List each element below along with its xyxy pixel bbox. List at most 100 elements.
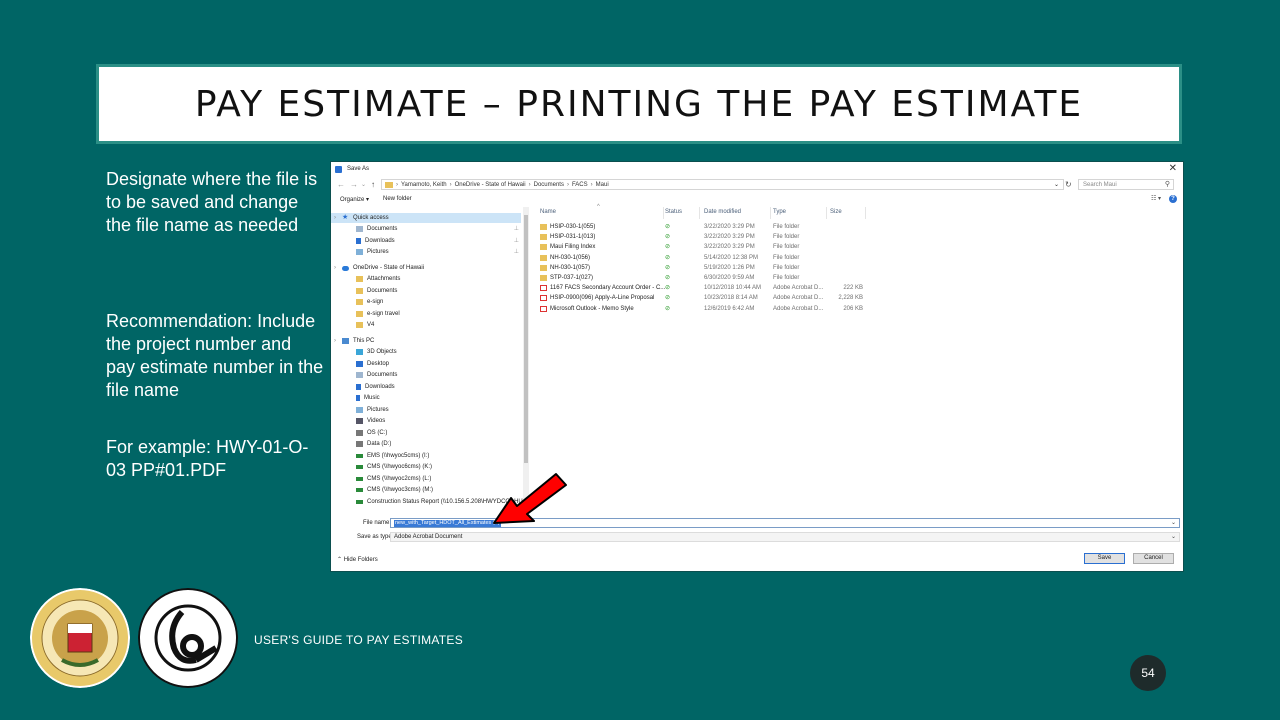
nav-item[interactable]: Desktop (356, 359, 389, 369)
file-type: File folder (773, 264, 800, 271)
nav-scrollbar-thumb[interactable] (524, 215, 528, 463)
nav-item[interactable]: Pictures (356, 405, 389, 415)
column-divider[interactable] (663, 207, 664, 219)
breadcrumb-item[interactable]: Maui (596, 182, 609, 188)
expand-chevron-icon[interactable]: › (334, 265, 336, 271)
cancel-button[interactable]: Cancel (1133, 553, 1174, 564)
file-row[interactable]: Maui Filing Index ⊘ 3/22/2020 3:29 PM File … (531, 243, 1181, 253)
nav-item[interactable]: Documents (356, 286, 397, 296)
file-type: Adobe Acrobat D... (773, 295, 824, 302)
organize-button[interactable]: Organize ▾ (340, 196, 369, 203)
up-arrow-icon[interactable]: ↑ (371, 180, 375, 189)
column-header-type[interactable]: Type (773, 209, 786, 215)
nav-item[interactable]: V4 (356, 320, 374, 330)
refresh-icon[interactable]: ↻ (1065, 180, 1072, 189)
folder-icon (356, 276, 363, 282)
view-options-icon[interactable]: ☷ ▾ (1151, 195, 1161, 202)
forward-arrow-icon[interactable]: → (350, 180, 358, 189)
file-name: Microsoft Outlook - Memo Style (550, 305, 634, 312)
file-row[interactable]: NH-030-1(057) ⊘ 5/19/2020 1:26 PM File fold… (531, 264, 1181, 274)
new-folder-button[interactable]: New folder (383, 196, 412, 202)
recent-locations-icon[interactable]: ⌄ (361, 181, 366, 188)
nav-item[interactable]: OS (C:) (356, 428, 387, 438)
column-divider[interactable] (865, 207, 866, 219)
column-header-date[interactable]: Date modified (704, 209, 741, 215)
nav-scrollbar[interactable] (523, 207, 529, 511)
file-row[interactable]: STP-037-1(027) ⊘ 6/30/2020 9:59 AM File fol… (531, 274, 1181, 284)
nav-item[interactable]: Data (D:) (356, 439, 391, 449)
save-button[interactable]: Save (1084, 553, 1125, 564)
nav-item[interactable]: EMS (\\hwyoc5cms) (I:) (356, 451, 429, 461)
nav-item[interactable]: e-sign (356, 297, 383, 307)
help-icon[interactable]: ? (1169, 195, 1177, 203)
column-divider[interactable] (770, 207, 771, 219)
hide-folders-toggle[interactable]: ⌃ Hide Folders (337, 556, 378, 563)
nav-item[interactable]: › This PC (334, 336, 375, 346)
breadcrumb-item[interactable]: FACS (572, 182, 588, 188)
file-row[interactable]: 1167 FACS Secondary Account Order - C...… (531, 284, 1181, 294)
file-date: 5/14/2020 12:38 PM (704, 254, 759, 261)
dialog-toolbar: Organize ▾ New folder ☷ ▾ ? (331, 194, 1183, 206)
nav-item-label: Documents (367, 288, 398, 294)
chevron-down-icon[interactable]: ⌄ (1054, 181, 1059, 188)
folder-icon (356, 322, 363, 328)
file-row[interactable]: NH-030-1(056) ⊘ 5/14/2020 12:38 PM File fol… (531, 254, 1181, 264)
nav-item[interactable]: 3D Objects (356, 347, 397, 357)
address-bar[interactable]: › Yamamoto, Keith › OneDrive - State of … (381, 179, 1064, 190)
save-type-select[interactable]: Adobe Acrobat Document ⌄ (390, 532, 1180, 542)
cloud-icon (342, 265, 349, 271)
nav-item[interactable]: Documents (356, 370, 397, 380)
pin-icon[interactable]: ⊥ (514, 225, 519, 232)
breadcrumb-item[interactable]: Documents (534, 182, 564, 188)
file-name: HSIP-031-1(013) (550, 234, 596, 241)
expand-chevron-icon[interactable]: › (334, 215, 336, 221)
file-row[interactable]: HSIP-031-1(013) ⊘ 3/22/2020 3:29 PM File fo… (531, 233, 1181, 243)
file-name-value[interactable]: new_with_Target_HDOT_All_Estimates (5) (394, 520, 501, 527)
3d-objects-icon (356, 349, 363, 355)
column-divider[interactable] (826, 207, 827, 219)
column-divider[interactable] (699, 207, 700, 219)
dialog-titlebar: Save As ✕ (331, 162, 1183, 176)
nav-item[interactable]: CMS (\\hwyoc3cms) (M:) (356, 485, 433, 495)
nav-item[interactable]: CMS (\\hwyoc6cms) (K:) (356, 462, 432, 472)
network-drive-icon (356, 500, 363, 504)
folder-icon (385, 181, 393, 188)
file-row[interactable]: HSIP-030-1(055) ⊘ 3/22/2020 3:29 PM File fo… (531, 223, 1181, 233)
breadcrumb-separator-icon: › (449, 181, 452, 188)
nav-item[interactable]: Music (356, 393, 380, 403)
pin-icon[interactable]: ⊥ (514, 237, 519, 244)
nav-item[interactable]: e-sign travel (356, 309, 400, 319)
nav-item[interactable]: › OneDrive - State of Hawaii (334, 263, 424, 273)
search-input[interactable]: Search Maui ⚲ (1078, 179, 1174, 190)
nav-item[interactable]: Pictures (356, 247, 389, 257)
expand-chevron-icon[interactable]: › (334, 338, 336, 344)
nav-item[interactable]: Videos (356, 416, 385, 426)
nav-item[interactable]: Attachments (356, 274, 400, 284)
nav-item-label: Data (D:) (367, 441, 392, 447)
status-synced-icon: ⊘ (665, 295, 671, 302)
pdf-icon (540, 285, 547, 292)
breadcrumb-item[interactable]: OneDrive - State of Hawaii (455, 182, 526, 188)
close-icon[interactable]: ✕ (1169, 163, 1177, 174)
sort-arrow-icon: ^ (597, 204, 600, 210)
back-arrow-icon[interactable]: ← (337, 180, 345, 189)
column-header-size[interactable]: Size (830, 209, 842, 215)
column-header-name[interactable]: Name (540, 209, 556, 215)
nav-item[interactable]: Downloads (356, 236, 395, 246)
red-arrow-icon (493, 473, 567, 524)
nav-item[interactable]: › ★ Quick access (331, 213, 521, 223)
nav-item-label: This PC (353, 338, 375, 344)
chevron-down-icon[interactable]: ⌄ (1171, 533, 1176, 540)
pin-icon[interactable]: ⊥ (514, 248, 519, 255)
nav-item[interactable]: Documents (356, 224, 397, 234)
chevron-down-icon[interactable]: ⌄ (1171, 519, 1176, 526)
status-synced-icon: ⊘ (665, 224, 671, 230)
column-header-status[interactable]: Status (665, 209, 682, 215)
file-type: Adobe Acrobat D... (773, 285, 824, 292)
nav-item[interactable]: CMS (\\hwyoc2cms) (L:) (356, 474, 431, 484)
file-row[interactable]: Microsoft Outlook - Memo Style ⊘ 12/6/2019… (531, 305, 1181, 315)
breadcrumb-item[interactable]: Yamamoto, Keith (401, 182, 447, 188)
status-synced-icon: ⊘ (665, 244, 671, 251)
file-row[interactable]: HSIP-0900(096) Apply-A-Line Proposal ⊘ 10/… (531, 294, 1181, 304)
nav-item[interactable]: Downloads (356, 382, 395, 392)
